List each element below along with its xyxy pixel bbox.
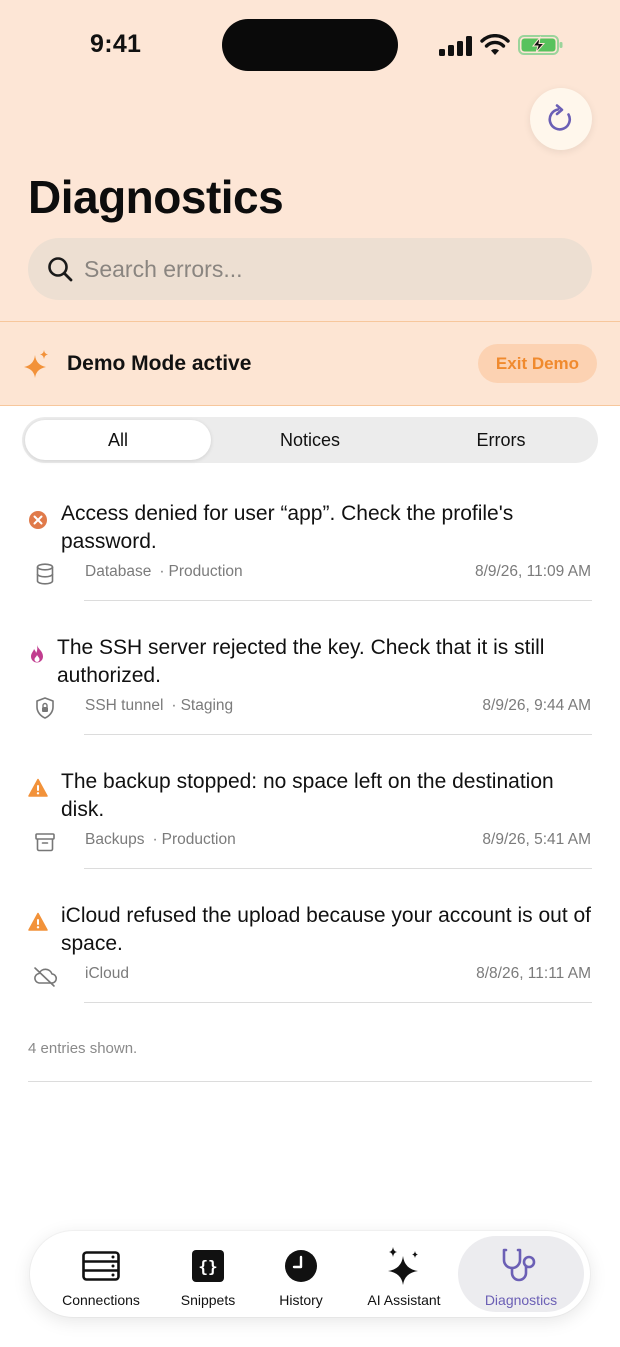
- battery-charging-icon: [518, 35, 563, 55]
- status-time: 9:41: [90, 30, 142, 58]
- entry-timestamp: 8/9/26, 11:09 AM: [474, 563, 591, 580]
- list-item[interactable]: iCloud refused the upload because your a…: [0, 886, 620, 1020]
- entry-meta: iCloud: [85, 965, 129, 983]
- tab-label: Connections: [62, 1292, 140, 1308]
- divider: [84, 600, 592, 601]
- flame-icon: [31, 645, 43, 663]
- tab-diagnostics[interactable]: Diagnostics: [458, 1236, 584, 1312]
- svg-text:{}: {}: [198, 1257, 217, 1276]
- entry-message: iCloud refused the upload because your a…: [61, 904, 592, 955]
- demo-mode-label: Demo Mode active: [67, 352, 252, 375]
- tab-snippets[interactable]: {} Snippets: [166, 1236, 250, 1312]
- tab-bar: Connections {} Snippets History AI Assis…: [30, 1231, 590, 1317]
- filter-segment-notices[interactable]: Notices: [217, 420, 403, 460]
- filter-segmented-control: All Notices Errors: [22, 417, 598, 463]
- tab-label: History: [279, 1292, 323, 1308]
- entry-message: The SSH server rejected the key. Check t…: [57, 636, 545, 687]
- entry-category: Database: [85, 563, 152, 580]
- tab-ai-assistant[interactable]: AI Assistant: [352, 1236, 456, 1312]
- entry-timestamp: 8/9/26, 9:44 AM: [482, 697, 591, 714]
- warning-triangle-icon: [28, 778, 48, 797]
- entry-category: SSH tunnel: [85, 697, 164, 714]
- entry-environment: Production: [161, 831, 236, 848]
- database-icon: [36, 563, 54, 585]
- clock-icon: [285, 1250, 317, 1282]
- sparkles-icon: [388, 1247, 418, 1285]
- entry-environment: Production: [168, 563, 243, 580]
- entry-meta: Database · Production: [85, 563, 243, 580]
- tab-history[interactable]: History: [260, 1236, 342, 1312]
- filter-segment-errors[interactable]: Errors: [408, 420, 594, 460]
- tab-label: AI Assistant: [367, 1292, 441, 1308]
- braces-icon: {}: [192, 1250, 224, 1282]
- entry-timestamp: 8/9/26, 5:41 AM: [482, 831, 591, 848]
- list-item[interactable]: Access denied for user “app”. Check the …: [0, 484, 620, 618]
- warning-triangle-icon: [28, 912, 48, 931]
- search-icon: [48, 257, 73, 282]
- server-icon: [82, 1251, 120, 1281]
- refresh-icon: [548, 104, 572, 131]
- entry-meta: SSH tunnel · Staging: [85, 697, 234, 714]
- tab-label: Diagnostics: [484, 1292, 558, 1308]
- list-item[interactable]: The backup stopped: no space left on the…: [0, 752, 620, 886]
- entry-timestamp: 8/8/26, 11:11 AM: [476, 965, 591, 982]
- status-bar: 9:41: [0, 0, 620, 90]
- entries-count: 4 entries shown.: [28, 1040, 138, 1057]
- divider: [84, 1002, 592, 1003]
- divider: [84, 734, 592, 735]
- entry-category: Backups: [85, 831, 145, 848]
- divider: [28, 1081, 592, 1082]
- list-item[interactable]: The SSH server rejected the key. Check t…: [0, 618, 620, 752]
- filter-segment-all[interactable]: All: [25, 420, 211, 460]
- exit-demo-button[interactable]: Exit Demo: [478, 344, 597, 383]
- entry-message: The backup stopped: no space left on the…: [61, 770, 554, 821]
- dynamic-island: [222, 19, 398, 71]
- refresh-button[interactable]: [530, 88, 592, 150]
- tab-connections[interactable]: Connections: [46, 1236, 156, 1312]
- tab-label: Snippets: [180, 1292, 236, 1308]
- archive-box-icon: [35, 833, 55, 852]
- stethoscope-icon: [502, 1248, 536, 1282]
- cloud-off-icon: [34, 967, 58, 987]
- entry-environment: Staging: [180, 697, 234, 714]
- search-input[interactable]: [84, 238, 564, 300]
- error-circle-icon: [29, 511, 47, 529]
- demo-mode-banner: Demo Mode active Exit Demo: [0, 321, 620, 406]
- entry-category: iCloud: [85, 965, 129, 982]
- sparkle-icon: [24, 350, 48, 378]
- entry-meta: Backups · Production: [85, 831, 236, 848]
- cellular-signal-icon: [439, 36, 472, 56]
- lock-shield-icon: [36, 697, 54, 719]
- wifi-icon: [480, 34, 510, 55]
- divider: [84, 868, 592, 869]
- search-bar[interactable]: [28, 238, 592, 300]
- entry-message: Access denied for user “app”. Check the …: [61, 502, 514, 553]
- page-title: Diagnostics: [28, 171, 284, 223]
